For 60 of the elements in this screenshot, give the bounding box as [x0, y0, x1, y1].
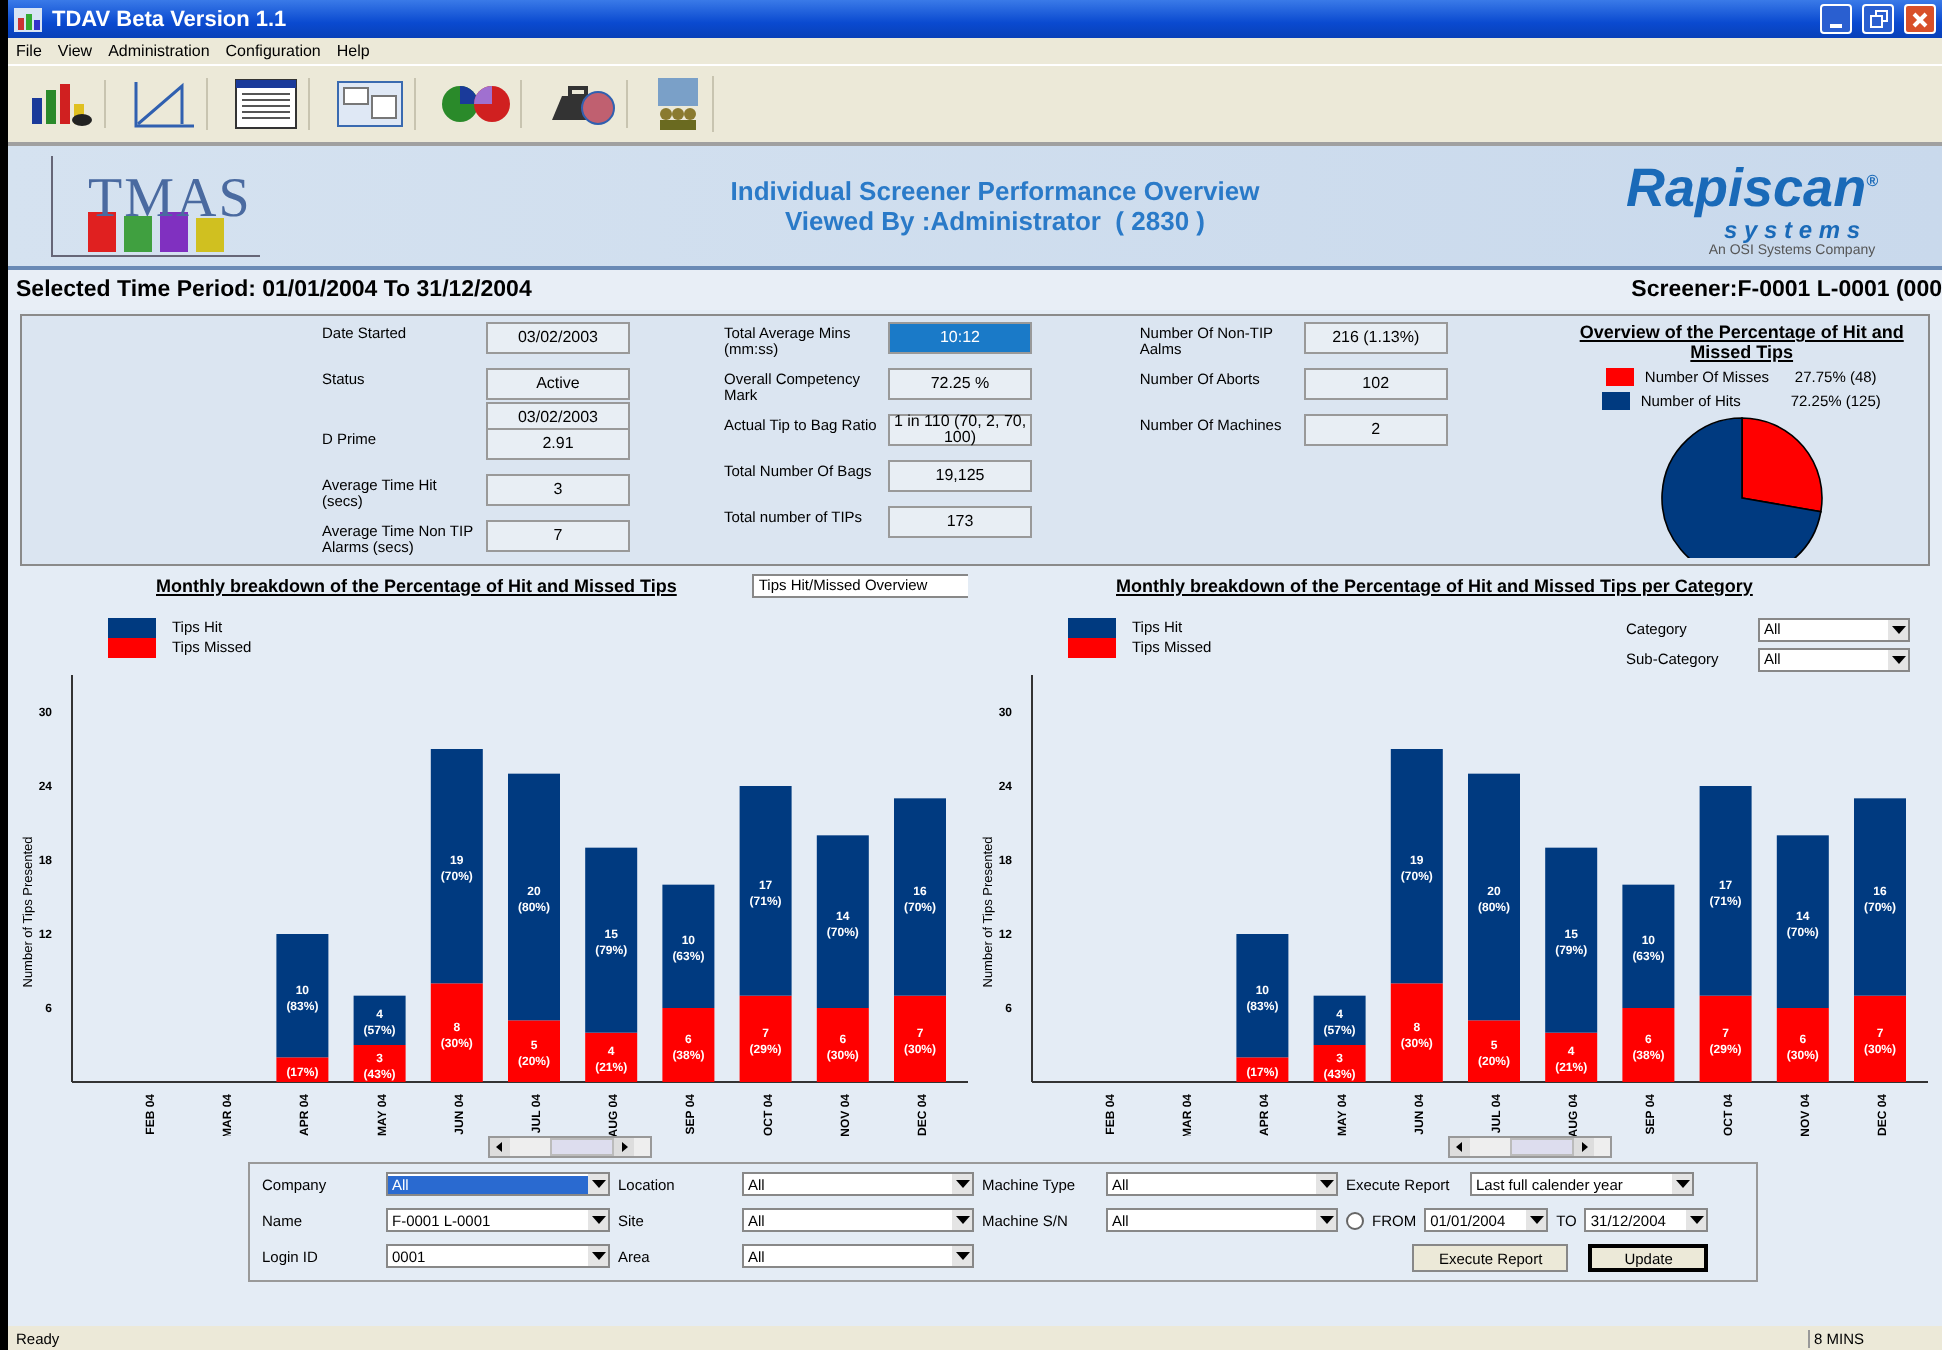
scroll-right-icon[interactable] — [1574, 1138, 1594, 1156]
page-title: Individual Screener Performance Overview — [730, 176, 1260, 206]
minimize-button[interactable] — [1820, 4, 1852, 34]
stat-value: 173 — [888, 506, 1032, 538]
dropdown-arrow-icon — [1672, 1174, 1692, 1194]
stat-value: 102 — [1303, 368, 1448, 400]
stat-value: 19,125 — [888, 460, 1032, 492]
scrollbar[interactable] — [1448, 1136, 1612, 1158]
screener-name: Screener:F-0001 L-0001 (000 — [1631, 278, 1942, 302]
window-title: TDAV Beta Version 1.1 — [52, 7, 287, 31]
stat-value: 7 — [486, 520, 630, 552]
close-button[interactable] — [1904, 4, 1936, 34]
stat-value: 2 — [1303, 414, 1448, 446]
bar — [353, 995, 406, 1045]
menu-item[interactable]: View — [57, 42, 93, 60]
stat-value: Active — [486, 368, 630, 400]
dropdown-arrow-icon — [588, 1210, 608, 1230]
stat-value: 3 — [486, 474, 630, 506]
stat-value: 216 (1.13%) — [1303, 322, 1448, 354]
chart-title: Monthly breakdown of the Percentage of Hit and Missed Tips per Category — [1116, 575, 1753, 596]
stat-value: 2.91 — [486, 428, 630, 460]
scrollbar[interactable] — [488, 1136, 652, 1158]
radio-button[interactable] — [1346, 1211, 1364, 1229]
menu-item[interactable]: File — [16, 42, 42, 60]
bar — [1313, 995, 1366, 1045]
app-icon — [14, 7, 42, 31]
dropdown-arrow-icon — [1526, 1210, 1547, 1230]
menu-item[interactable]: Administration — [108, 42, 210, 60]
scroll-left-icon[interactable] — [490, 1138, 510, 1156]
stat-value: 72.25 % — [888, 368, 1032, 400]
brand-logo: Rapiscan$^{®}$ — [1626, 156, 1878, 216]
restore-icon — [1869, 10, 1887, 28]
chart-title: Overview of the Percentage of Hit and Missed Tips — [1577, 322, 1906, 362]
close-icon — [1912, 11, 1928, 27]
menu-item[interactable]: Help — [336, 42, 370, 60]
scroll-left-icon[interactable] — [1450, 1138, 1470, 1156]
time-period: Selected Time Period: 01/01/2004 To 31/12/2004 — [16, 278, 532, 302]
restore-button[interactable] — [1862, 4, 1894, 34]
page-title: Viewed By :Administrator ( 2830 ) — [785, 206, 1205, 236]
stat-value: 1 in 110 (70, 2, 70, 100) — [888, 414, 1032, 446]
stat-value: 10:12 — [888, 322, 1032, 354]
dropdown-arrow-icon — [1888, 649, 1908, 670]
scroll-right-icon[interactable] — [614, 1138, 634, 1156]
dropdown-arrow-icon — [588, 1246, 608, 1266]
dropdown-arrow-icon — [588, 1174, 608, 1194]
dropdown-arrow-icon — [1686, 1210, 1707, 1230]
chart-title: Monthly breakdown of the Percentage of Hit and Missed Tips — [156, 575, 677, 596]
dropdown-arrow-icon — [952, 1210, 972, 1230]
minimize-icon — [1830, 23, 1842, 27]
dropdown-arrow-icon — [1888, 619, 1908, 640]
dropdown-arrow-icon — [1316, 1174, 1336, 1194]
dropdown-arrow-icon — [952, 1174, 972, 1194]
menu-item[interactable]: Configuration — [225, 42, 321, 60]
dropdown-arrow-icon — [1316, 1210, 1336, 1230]
bar — [353, 1045, 406, 1082]
logo: TMAS — [44, 152, 268, 260]
dropdown-arrow-icon — [952, 1246, 972, 1266]
brand-subtitle: s y s t e m s — [1723, 216, 1861, 244]
stat-value: 03/02/2003 — [486, 322, 630, 354]
bar — [1313, 1045, 1366, 1082]
